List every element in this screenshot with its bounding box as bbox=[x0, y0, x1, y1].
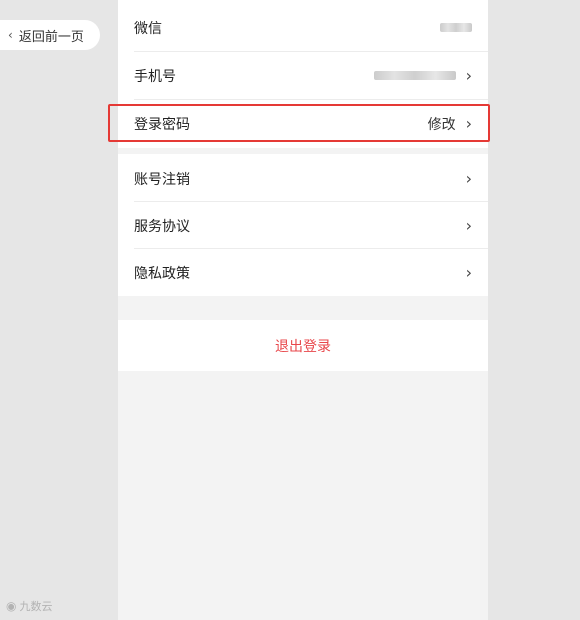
redacted-value bbox=[440, 23, 472, 32]
chevron-left-icon: ‹ bbox=[8, 28, 13, 42]
chevron-right-icon: › bbox=[465, 66, 472, 85]
weibo-icon: ◉ bbox=[6, 599, 17, 613]
highlight-box bbox=[108, 104, 490, 142]
back-button-label: 返回前一页 bbox=[18, 29, 84, 45]
row-label: 隐私政策 bbox=[134, 265, 190, 282]
redacted-value bbox=[373, 71, 456, 80]
watermark: ◉ 九数云 bbox=[6, 598, 52, 614]
chevron-right-icon: › bbox=[465, 169, 472, 188]
row-privacy-policy[interactable]: 隐私政策 › bbox=[118, 249, 488, 296]
legal-group: 账号注销 › 服务协议 › 隐私政策 › bbox=[118, 154, 488, 296]
settings-panel: 微信 手机号 › 登录密码 修改 › 账号注销 › 服务协议 › 隐私政策 › bbox=[118, 0, 488, 620]
row-account-cancel[interactable]: 账号注销 › bbox=[118, 155, 488, 202]
row-label: 手机号 bbox=[134, 68, 176, 85]
row-phone[interactable]: 手机号 › bbox=[118, 52, 488, 99]
chevron-right-icon: › bbox=[465, 216, 472, 235]
logout-label: 退出登录 bbox=[275, 338, 331, 355]
row-label: 微信 bbox=[134, 20, 162, 37]
row-service-agreement[interactable]: 服务协议 › bbox=[118, 202, 488, 249]
back-button[interactable]: ‹ 返回前一页 bbox=[0, 20, 100, 50]
watermark-text: 九数云 bbox=[19, 600, 53, 613]
row-label: 账号注销 bbox=[134, 171, 190, 188]
logout-button[interactable]: 退出登录 bbox=[118, 320, 488, 371]
row-wechat[interactable]: 微信 bbox=[118, 4, 488, 51]
chevron-right-icon: › bbox=[465, 263, 472, 282]
row-label: 服务协议 bbox=[134, 218, 190, 235]
